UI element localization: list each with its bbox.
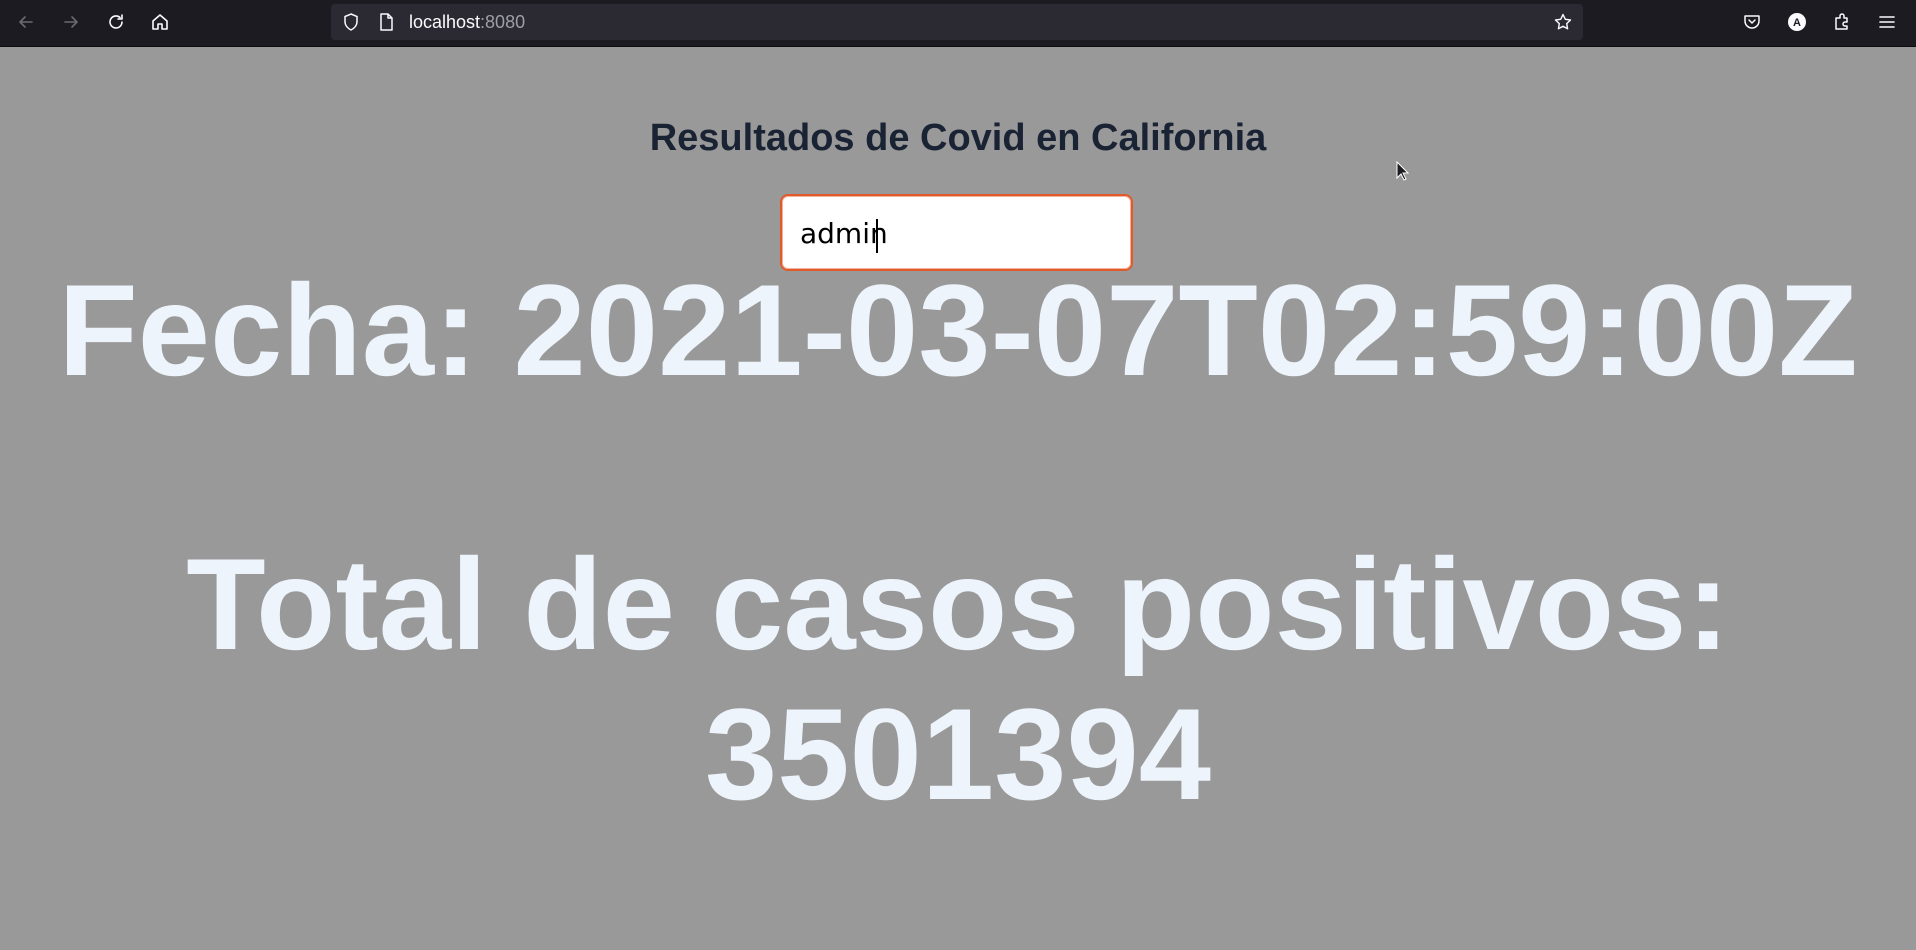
extensions-icon bbox=[1835, 13, 1848, 30]
back-arrow-icon bbox=[19, 16, 33, 28]
svg-text:A: A bbox=[1793, 17, 1801, 29]
url-host: localhost bbox=[409, 12, 481, 32]
home-button[interactable] bbox=[144, 6, 176, 38]
menu-icon bbox=[1879, 16, 1895, 28]
bookmark-star-icon[interactable] bbox=[1553, 12, 1573, 32]
date-value: 2021-03-07T02:59:00Z bbox=[513, 257, 1858, 403]
date-line: Fecha: 2021-03-07T02:59:00Z bbox=[0, 255, 1916, 405]
back-button[interactable] bbox=[10, 6, 42, 38]
reload-icon bbox=[109, 14, 123, 29]
reload-button[interactable] bbox=[100, 6, 132, 38]
account-button[interactable]: A bbox=[1781, 6, 1813, 38]
total-cases-block: Total de casos positivos: 3501394 bbox=[0, 529, 1916, 829]
url-text[interactable]: localhost:8080 bbox=[409, 12, 525, 32]
date-label: Fecha: bbox=[58, 257, 514, 403]
url-bar[interactable]: localhost:8080 bbox=[331, 4, 1583, 40]
total-value: 3501394 bbox=[704, 681, 1212, 827]
total-label: Total de casos positivos: bbox=[186, 531, 1730, 677]
mouse-cursor-icon bbox=[1396, 161, 1410, 181]
home-icon bbox=[152, 14, 168, 30]
menu-button[interactable] bbox=[1871, 6, 1903, 38]
page-title: Resultados de Covid en California bbox=[649, 117, 1267, 159]
pocket-icon bbox=[1744, 15, 1760, 29]
text-caret bbox=[876, 219, 878, 253]
pocket-button[interactable] bbox=[1736, 6, 1768, 38]
browser-toolbar: localhost:8080 A bbox=[0, 0, 1916, 47]
extensions-button[interactable] bbox=[1826, 6, 1858, 38]
shield-icon[interactable] bbox=[341, 12, 361, 32]
url-port: :8080 bbox=[480, 12, 526, 32]
forward-arrow-icon bbox=[64, 16, 78, 28]
account-icon: A bbox=[1788, 13, 1806, 31]
page-content: Resultados de Covid en California Fecha:… bbox=[0, 47, 1916, 950]
text-input[interactable] bbox=[800, 212, 1110, 254]
page-icon[interactable] bbox=[376, 12, 396, 32]
forward-button[interactable] bbox=[55, 6, 87, 38]
